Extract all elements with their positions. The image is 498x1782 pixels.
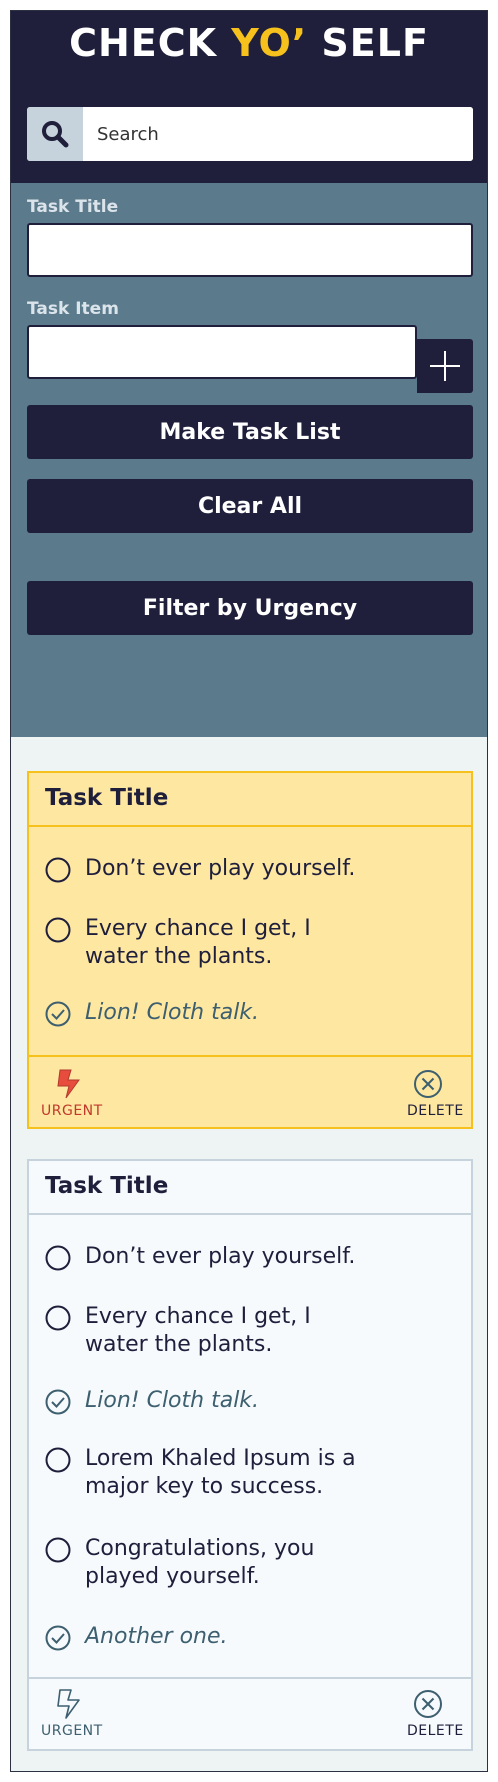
card-title: Task Title: [45, 1173, 169, 1199]
card-header-divider: [29, 825, 471, 827]
unchecked-circle-icon[interactable]: [45, 1305, 71, 1331]
title-accent: YO’: [231, 21, 308, 65]
urgent-label: URGENT: [41, 1723, 103, 1739]
delete-label: DELETE: [407, 1723, 464, 1739]
title-part1: CHECK: [69, 21, 232, 65]
filter-by-urgency-button[interactable]: Filter by Urgency: [27, 581, 473, 635]
title-part2: SELF: [307, 21, 429, 65]
search-icon: [42, 121, 69, 148]
card-footer-divider: [29, 1055, 471, 1057]
form-panel: Task Title Task Item Make Task List Clea…: [11, 183, 487, 737]
checked-circle-icon[interactable]: [45, 1001, 71, 1027]
card-title: Task Title: [45, 785, 169, 811]
unchecked-circle-icon[interactable]: [45, 1537, 71, 1563]
task-item-text: Another one.: [85, 1624, 228, 1649]
task-item-text: Every chance I get, I water the plants.: [85, 916, 311, 969]
task-item-text: Lion! Cloth talk.: [85, 1388, 260, 1413]
task-item-text: Congratulations, you played yourself.: [85, 1536, 315, 1589]
task-item-input[interactable]: [27, 325, 417, 379]
app-frame: CHECK YO’ SELF Task Title Task Item Make…: [10, 10, 488, 1772]
delete-icon[interactable]: [413, 1069, 443, 1099]
unchecked-circle-icon[interactable]: [45, 857, 71, 883]
unchecked-circle-icon[interactable]: [45, 1447, 71, 1473]
app-title: CHECK YO’ SELF: [11, 21, 487, 65]
urgent-lightning-icon[interactable]: [57, 1069, 81, 1099]
delete-label: DELETE: [407, 1103, 464, 1119]
search-input[interactable]: [83, 107, 473, 161]
unchecked-circle-icon[interactable]: [45, 917, 71, 943]
checked-circle-icon[interactable]: [45, 1625, 71, 1651]
task-item-text: Lorem Khaled Ipsum is a major key to suc…: [85, 1446, 356, 1499]
task-item-label: Task Item: [27, 299, 119, 319]
task-item-text: Don’t ever play yourself.: [85, 856, 356, 881]
task-title-label: Task Title: [27, 197, 119, 217]
task-card-urgent: Task Title Don’t ever play yourself. Eve…: [27, 771, 473, 1129]
urgent-lightning-icon[interactable]: [57, 1689, 81, 1719]
make-task-list-button[interactable]: Make Task List: [27, 405, 473, 459]
search-button[interactable]: [27, 107, 83, 161]
add-item-button[interactable]: [417, 339, 473, 393]
task-item-text: Lion! Cloth talk.: [85, 1000, 260, 1025]
delete-icon[interactable]: [413, 1689, 443, 1719]
checked-circle-icon[interactable]: [45, 1389, 71, 1415]
task-item-text: Don’t ever play yourself.: [85, 1244, 356, 1269]
task-item-text: Every chance I get, I water the plants.: [85, 1304, 311, 1357]
task-card: Task Title Don’t ever play yourself. Eve…: [27, 1159, 473, 1751]
card-footer-divider: [29, 1677, 471, 1679]
card-header-divider: [29, 1213, 471, 1215]
clear-all-button[interactable]: Clear All: [27, 479, 473, 533]
header: CHECK YO’ SELF: [11, 11, 487, 183]
urgent-label: URGENT: [41, 1103, 103, 1119]
plus-icon: [430, 351, 460, 381]
unchecked-circle-icon[interactable]: [45, 1245, 71, 1271]
search-bar: [27, 107, 473, 161]
task-title-input[interactable]: [27, 223, 473, 277]
